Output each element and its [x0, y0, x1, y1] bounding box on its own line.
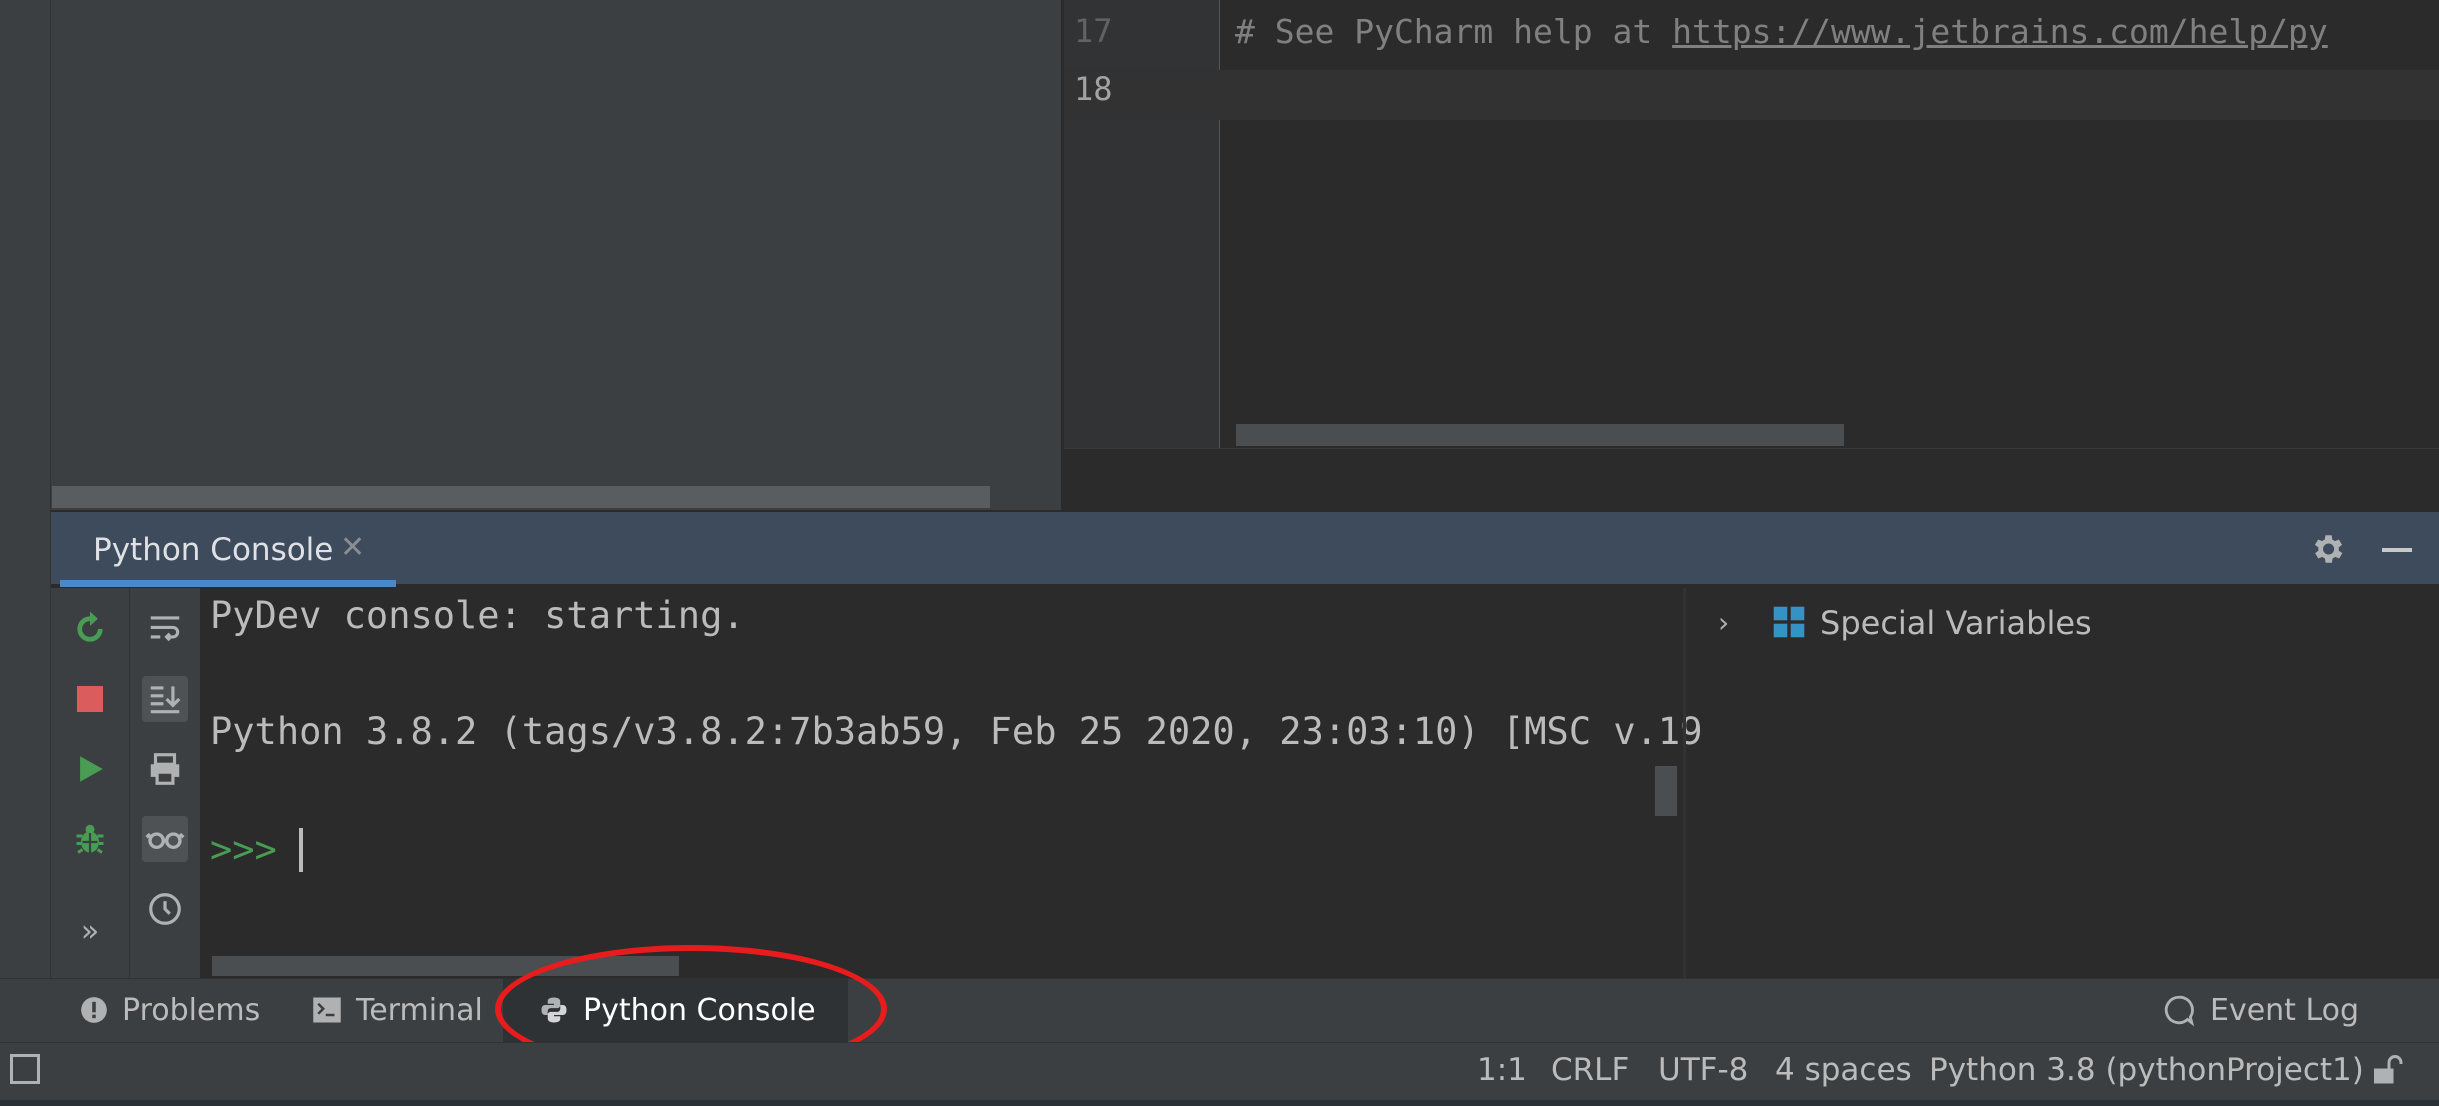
- more-icon[interactable]: »: [67, 908, 113, 954]
- rerun-icon[interactable]: [67, 606, 113, 652]
- editor-gutter: [1064, 0, 1220, 448]
- tool-button-label: Problems: [122, 992, 261, 1028]
- editor-area[interactable]: [1220, 0, 2439, 448]
- desktop-background-strip: [0, 1100, 2439, 1106]
- tool-button-label: Terminal: [356, 992, 483, 1028]
- gear-icon[interactable]: [2308, 530, 2346, 572]
- status-indent[interactable]: 4 spaces: [1775, 1052, 1912, 1088]
- code-comment-line: # See PyCharm help at https://www.jetbra…: [1235, 12, 2328, 51]
- console-output[interactable]: [200, 588, 1680, 978]
- minimize-icon[interactable]: [2382, 548, 2412, 552]
- editor-horizontal-scrollbar[interactable]: [1236, 424, 1844, 446]
- current-line-highlight: [1064, 70, 2439, 120]
- variables-grid-icon: [1772, 605, 1806, 643]
- line-number: 17: [1074, 12, 1113, 50]
- close-tab-icon[interactable]: ✕: [340, 530, 365, 565]
- debug-icon[interactable]: [67, 816, 113, 862]
- layout-toggle-icon[interactable]: [10, 1054, 40, 1084]
- status-caret-position[interactable]: 1:1: [1477, 1052, 1527, 1088]
- text-caret: [299, 828, 303, 872]
- scroll-to-end-icon[interactable]: [142, 676, 188, 722]
- left-tool-strip: [0, 0, 51, 978]
- project-pane: [51, 0, 1061, 510]
- unlock-icon[interactable]: [2368, 1052, 2404, 1092]
- tab-label: Python Console: [93, 532, 334, 568]
- line-number: 18: [1074, 70, 1113, 108]
- active-tab-indicator: [60, 580, 396, 587]
- run-icon[interactable]: [67, 746, 113, 792]
- pane-divider[interactable]: [1683, 588, 1686, 978]
- tool-button-problems[interactable]: Problems: [80, 978, 260, 1042]
- console-output-line: Python 3.8.2 (tags/v3.8.2:7b3ab59, Feb 2…: [210, 710, 1703, 753]
- console-output-line: PyDev console: starting.: [210, 594, 745, 637]
- history-icon[interactable]: [142, 886, 188, 932]
- print-icon[interactable]: [142, 746, 188, 792]
- stop-icon[interactable]: [67, 676, 113, 722]
- tool-button-label: Event Log: [2210, 992, 2360, 1028]
- tool-button-event-log[interactable]: Event Log: [2162, 978, 2359, 1042]
- console-prompt: >>>: [210, 828, 277, 871]
- variables-pane: [1702, 588, 2439, 978]
- tool-button-terminal[interactable]: Terminal: [312, 978, 483, 1042]
- special-variables-label[interactable]: Special Variables: [1820, 604, 2092, 642]
- help-link[interactable]: https://www.jetbrains.com/help/py: [1672, 12, 2328, 51]
- console-toolbar-primary: »: [51, 588, 130, 978]
- terminal-icon: [312, 996, 342, 1024]
- status-encoding[interactable]: UTF-8: [1658, 1052, 1748, 1088]
- soft-wrap-icon[interactable]: [142, 606, 188, 652]
- tool-window-header: [51, 512, 2439, 584]
- console-vertical-scrollbar[interactable]: [1655, 766, 1677, 816]
- status-line-separator[interactable]: CRLF: [1551, 1052, 1629, 1088]
- show-variables-icon[interactable]: [142, 816, 188, 862]
- console-toolbar-secondary: [130, 588, 200, 978]
- chevron-right-icon[interactable]: ›: [1718, 606, 1729, 639]
- problems-icon: [80, 996, 108, 1024]
- project-horizontal-scrollbar[interactable]: [52, 486, 990, 508]
- status-interpreter[interactable]: Python 3.8 (pythonProject1): [1929, 1052, 2364, 1088]
- event-log-icon: [2162, 993, 2196, 1027]
- editor-footer: [1064, 448, 2439, 511]
- comment-text: # See PyCharm help at: [1235, 12, 1673, 51]
